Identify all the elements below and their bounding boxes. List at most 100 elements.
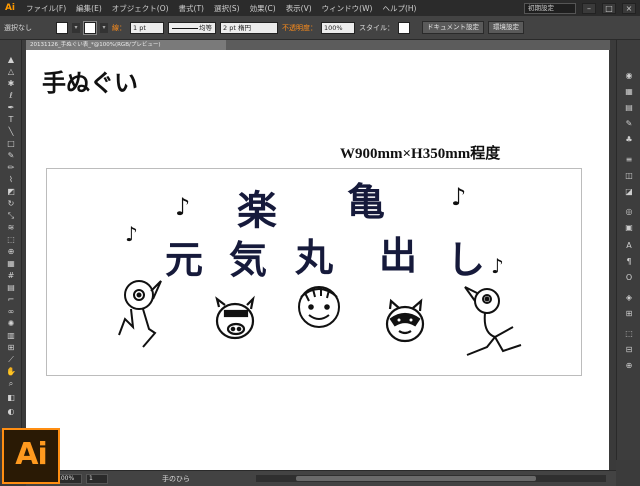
- vertical-scrollbar[interactable]: [609, 50, 616, 470]
- hand-tool-icon[interactable]: ✋: [4, 366, 18, 377]
- brushes-panel-icon[interactable]: ✎: [623, 118, 635, 129]
- eyedropper-tool-icon[interactable]: ⌐: [4, 294, 18, 305]
- menu-type[interactable]: 書式(T): [174, 3, 209, 14]
- paragraph-panel-icon[interactable]: ¶: [623, 256, 635, 267]
- fill-dropdown-icon[interactable]: ▾: [72, 22, 80, 33]
- music-note-3: ♪: [451, 183, 466, 211]
- stroke-weight-field[interactable]: 1 pt: [130, 21, 164, 34]
- layers-panel-icon[interactable]: ◈: [623, 292, 635, 303]
- zoom-tool-icon[interactable]: ⌕: [4, 378, 18, 389]
- menu-object[interactable]: オブジェクト(O): [107, 3, 174, 14]
- menu-select[interactable]: 選択(S): [209, 3, 245, 14]
- stroke-label[interactable]: 線：: [112, 23, 126, 33]
- menu-help[interactable]: ヘルプ(H): [377, 3, 421, 14]
- pig-face-illustration: [215, 295, 255, 340]
- maximize-button[interactable]: □: [602, 2, 616, 14]
- opacity-label[interactable]: 不透明度：: [282, 23, 317, 33]
- rectangle-tool-icon[interactable]: □: [4, 138, 18, 149]
- eraser-tool-icon[interactable]: ◩: [4, 186, 18, 197]
- char-ki: 気: [229, 238, 267, 282]
- blend-tool-icon[interactable]: ∞: [4, 306, 18, 317]
- color-guide-icon[interactable]: ▦: [623, 86, 635, 97]
- illustrator-logo: Ai: [2, 428, 60, 484]
- transform-panel-icon[interactable]: ⬚: [623, 328, 635, 339]
- menu-file[interactable]: ファイル(F): [21, 3, 71, 14]
- rotate-tool-icon[interactable]: ↻: [4, 198, 18, 209]
- artboard-navigation[interactable]: 1: [86, 473, 108, 484]
- line-tool-icon[interactable]: ╲: [4, 126, 18, 137]
- workspace-switcher[interactable]: 初期設定: [524, 2, 576, 14]
- pathfinder-panel-icon[interactable]: ⊕: [623, 360, 635, 371]
- brush-field[interactable]: 2 pt 楕円: [220, 21, 278, 34]
- free-transform-tool-icon[interactable]: ⬚: [4, 234, 18, 245]
- document-setup-button[interactable]: ドキュメント設定: [422, 21, 484, 34]
- shape-builder-tool-icon[interactable]: ⊕: [4, 246, 18, 257]
- blob-brush-tool-icon[interactable]: ⌇: [4, 174, 18, 185]
- column-graph-tool-icon[interactable]: ▥: [4, 330, 18, 341]
- tenugui-design-frame[interactable]: ♪ ♪ ♪ ♪ 楽 亀 元 気 丸 出 し: [46, 168, 582, 376]
- selection-status: 選択なし: [4, 23, 32, 32]
- menu-effect[interactable]: 効果(C): [245, 3, 281, 14]
- gradient-tool-icon[interactable]: ▤: [4, 282, 18, 293]
- tenugui-artwork: ♪ ♪ ♪ ♪ 楽 亀 元 気 丸 出 し: [118, 179, 522, 356]
- fill-stroke-indicator-icon[interactable]: ◧: [4, 392, 18, 403]
- document-tab[interactable]: 20131126_手ぬぐい表_*@100%(RGB/プレビュー): [26, 40, 226, 50]
- stroke-swatch[interactable]: [83, 20, 97, 35]
- status-bar: 100% 1 手のひら: [26, 470, 616, 486]
- scale-tool-icon[interactable]: ⤡: [4, 210, 18, 221]
- music-note-2: ♪: [125, 222, 138, 246]
- type-tool-icon[interactable]: T: [4, 114, 18, 125]
- left-bird-illustration: [118, 280, 162, 348]
- artboard-canvas[interactable]: 手ぬぐい W900mm×H350mm程度 ♪ ♪ ♪ ♪ 楽 亀 元 気 丸 出…: [26, 50, 609, 470]
- mesh-tool-icon[interactable]: #: [4, 270, 18, 281]
- paintbrush-tool-icon[interactable]: ✎: [4, 150, 18, 161]
- pencil-tool-icon[interactable]: ✏: [4, 162, 18, 173]
- perspective-grid-tool-icon[interactable]: ▦: [4, 258, 18, 269]
- horizontal-scroll-thumb[interactable]: [296, 476, 536, 481]
- char-kame: 亀: [347, 179, 385, 224]
- drawing-mode-icon[interactable]: ◐: [4, 406, 18, 417]
- stroke-profile-field[interactable]: 均等: [168, 21, 216, 34]
- direct-selection-tool-icon[interactable]: △: [4, 66, 18, 77]
- menu-window[interactable]: ウィンドウ(W): [317, 3, 378, 14]
- close-button[interactable]: ×: [622, 2, 636, 14]
- opentype-panel-icon[interactable]: O: [623, 272, 635, 283]
- warp-tool-icon[interactable]: ≋: [4, 222, 18, 233]
- swatches-panel-icon[interactable]: ▤: [623, 102, 635, 113]
- style-swatch[interactable]: [398, 21, 410, 34]
- appearance-panel-icon[interactable]: ◎: [623, 206, 635, 217]
- gradient-panel-icon[interactable]: ◫: [623, 170, 635, 181]
- char-maru: 丸: [294, 236, 333, 280]
- transparency-panel-icon[interactable]: ◪: [623, 186, 635, 197]
- document-heading: 手ぬぐい: [42, 68, 138, 97]
- minimize-button[interactable]: –: [582, 2, 596, 14]
- character-panel-icon[interactable]: A: [623, 240, 635, 251]
- size-label: W900mm×H350mm程度: [340, 146, 501, 162]
- pen-tool-icon[interactable]: ✒: [4, 102, 18, 113]
- char-raku: 楽: [237, 187, 277, 234]
- artboard-tool-icon[interactable]: ⊞: [4, 342, 18, 353]
- graphic-styles-panel-icon[interactable]: ▣: [623, 222, 635, 233]
- control-bar: 選択なし ▾ ▾ 線： 1 pt 均等 2 pt 楕円 不透明度： 100% ス…: [0, 16, 640, 40]
- preferences-button[interactable]: 環境設定: [488, 21, 524, 34]
- music-note-4: ♪: [491, 254, 504, 278]
- stroke-panel-icon[interactable]: ≡: [623, 154, 635, 165]
- symbols-panel-icon[interactable]: ♣: [623, 134, 635, 145]
- lasso-tool-icon[interactable]: ℓ: [4, 90, 18, 101]
- stroke-dropdown-icon[interactable]: ▾: [100, 22, 108, 33]
- artboards-panel-icon[interactable]: ⊞: [623, 308, 635, 319]
- align-panel-icon[interactable]: ⊟: [623, 344, 635, 355]
- menu-edit[interactable]: 編集(E): [71, 3, 107, 14]
- selection-tool-icon[interactable]: ▲: [4, 54, 18, 65]
- current-tool-name: 手のひら: [162, 474, 190, 483]
- menu-view[interactable]: 表示(V): [281, 3, 317, 14]
- horizontal-scrollbar[interactable]: [256, 475, 606, 482]
- app-mini-logo: Ai: [3, 2, 17, 14]
- slice-tool-icon[interactable]: ⟋: [4, 354, 18, 365]
- magic-wand-tool-icon[interactable]: ✱: [4, 78, 18, 89]
- char-de: 出: [379, 234, 417, 278]
- symbol-sprayer-tool-icon[interactable]: ✺: [4, 318, 18, 329]
- color-panel-icon[interactable]: ◉: [623, 70, 635, 81]
- opacity-field[interactable]: 100%: [321, 21, 355, 34]
- fill-swatch[interactable]: [56, 21, 68, 34]
